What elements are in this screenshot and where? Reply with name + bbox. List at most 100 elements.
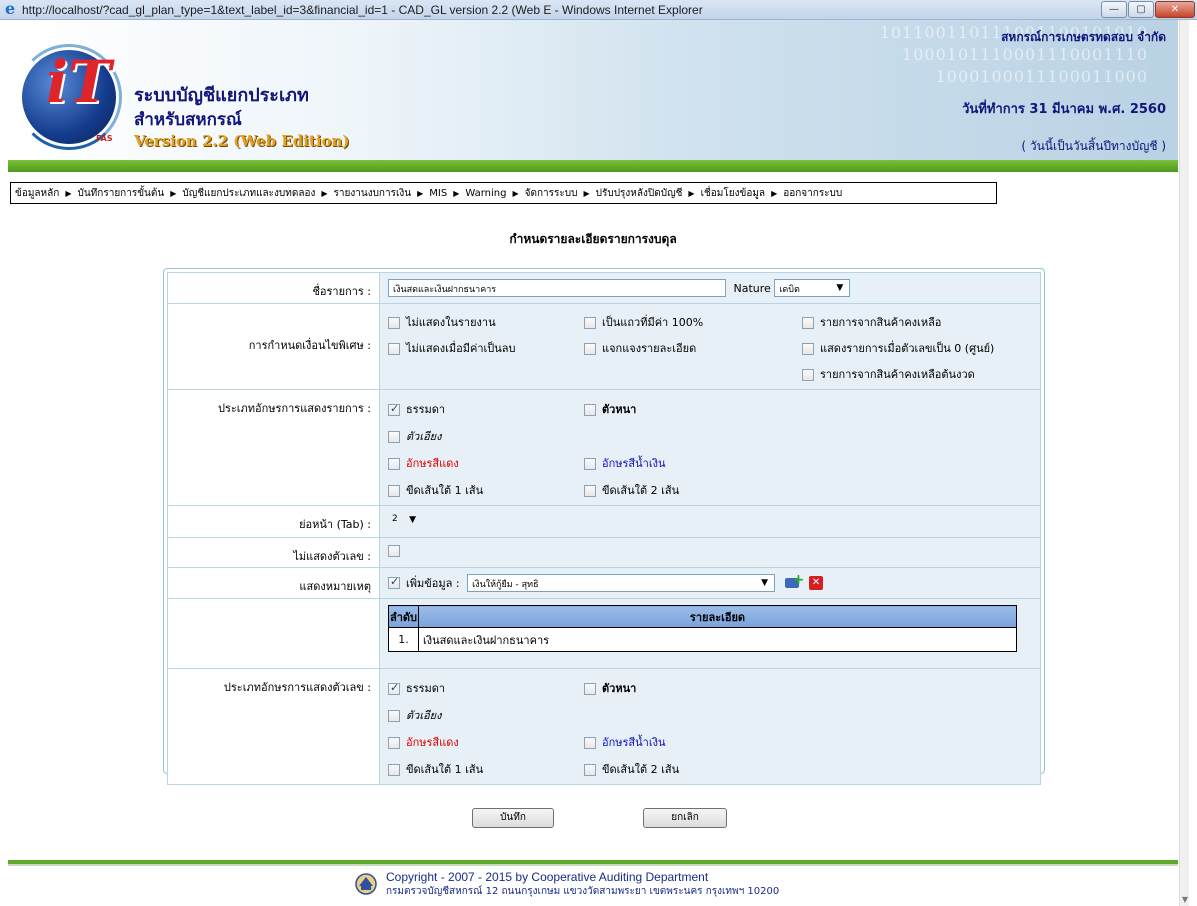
- menu-item-warning[interactable]: Warning: [465, 188, 506, 199]
- item-name-label: ชื่อรายการ :: [167, 272, 380, 304]
- menu-arrow-icon: ▶: [65, 188, 72, 198]
- checkbox[interactable]: [388, 710, 400, 722]
- form-table: ชื่อรายการ : เงินสดและเงินฝากธนาคาร Natu…: [167, 272, 1041, 785]
- menu-item-entry[interactable]: บันทึกรายการขั้นต้น: [78, 186, 165, 201]
- nature-label: Nature: [733, 281, 771, 295]
- checkbox[interactable]: [388, 737, 400, 749]
- note-label: แสดงหมายเหตุ: [167, 567, 380, 599]
- item-font-italic[interactable]: ตัวเอียง: [388, 427, 584, 445]
- checkbox[interactable]: [388, 343, 400, 355]
- item-name-input[interactable]: เงินสดและเงินฝากธนาคาร: [388, 279, 726, 297]
- cancel-button[interactable]: ยกเลิก: [643, 808, 727, 828]
- number-font-bold[interactable]: ตัวหนา: [584, 679, 784, 697]
- indent-select[interactable]: 2 ▼: [388, 512, 418, 530]
- checkbox[interactable]: [584, 458, 596, 470]
- opt-hide-in-report[interactable]: ไม่แสดงในรายงาน: [388, 313, 584, 331]
- app-version: Version 2.2 (Web Edition): [134, 132, 350, 150]
- maximize-button[interactable]: ▢: [1128, 1, 1154, 18]
- checkbox[interactable]: [388, 764, 400, 776]
- scroll-down-icon[interactable]: ▼: [1182, 895, 1188, 904]
- menu-arrow-icon: ▶: [688, 188, 695, 198]
- add-data-label: เพิ่มข้อมูล :: [406, 577, 460, 590]
- vertical-scrollbar[interactable]: ▼: [1179, 20, 1189, 906]
- number-font-underline1[interactable]: ขีดเส้นใต้ 1 เส้น: [388, 760, 584, 778]
- note-row-detail: เงินสดและเงินฝากธนาคาร: [418, 627, 1017, 652]
- checkbox[interactable]: [584, 404, 596, 416]
- logo-fas-text: FAS: [96, 134, 113, 143]
- checkbox[interactable]: [584, 683, 596, 695]
- checkbox-checked[interactable]: [388, 681, 400, 695]
- opt-show-when-zero[interactable]: แสดงรายการเมื่อตัวเลขเป็น 0 (ศูนย์): [802, 339, 1032, 357]
- number-font-underline2[interactable]: ขีดเส้นใต้ 2 เส้น: [584, 760, 784, 778]
- checkbox[interactable]: [802, 317, 814, 329]
- menu-item-mis[interactable]: MIS: [429, 188, 447, 199]
- menu-item-link-data[interactable]: เชื่อมโยงข้อมูล: [701, 186, 765, 201]
- item-font-underline1[interactable]: ขีดเส้นใต้ 1 เส้น: [388, 481, 584, 499]
- hide-number-checkbox[interactable]: [388, 545, 400, 557]
- nature-select[interactable]: เดบิต ▼: [774, 279, 851, 297]
- note-checkbox[interactable]: [388, 575, 400, 589]
- note-select[interactable]: เงินให้กู้ยืม - สุทธิ ▼: [467, 574, 776, 592]
- number-font-normal[interactable]: ธรรมดา: [388, 679, 584, 697]
- item-font-normal[interactable]: ธรรมดา: [388, 400, 584, 418]
- add-note-icon[interactable]: [784, 572, 804, 590]
- checkbox[interactable]: [802, 369, 814, 381]
- item-font-red[interactable]: อักษรสีแดง: [388, 454, 584, 472]
- note-table: ลำดับ รายละเอียด 1. เงินสดและเงินฝากธนาค…: [388, 605, 1017, 652]
- menu-arrow-icon: ▶: [771, 188, 778, 198]
- table-row: 1. เงินสดและเงินฝากธนาคาร: [388, 627, 1017, 652]
- checkbox[interactable]: [584, 764, 596, 776]
- checkbox[interactable]: [584, 317, 596, 329]
- opt-hide-negative[interactable]: ไม่แสดงเมื่อมีค่าเป็นลบ: [388, 339, 584, 357]
- note-col-detail: รายละเอียด: [418, 605, 1017, 628]
- checkbox[interactable]: [584, 485, 596, 497]
- number-font-label: ประเภทอักษรการแสดงตัวเลข :: [167, 668, 380, 785]
- opt-show-detail[interactable]: แจกแจงรายละเอียด: [584, 339, 802, 357]
- checkbox[interactable]: [388, 431, 400, 443]
- internet-explorer-icon: [4, 0, 18, 18]
- opt-inventory-beginning[interactable]: รายการจากสินค้าคงเหลือต้นงวด: [802, 365, 1032, 383]
- menu-item-master-data[interactable]: ข้อมูลหลัก: [15, 186, 59, 201]
- checkbox[interactable]: [584, 737, 596, 749]
- fiscal-year-note: ( วันนี้เป็นวันสิ้นปีทางบัญชี ): [1021, 139, 1166, 153]
- organization-name: สหกรณ์การเกษตรทดสอบ จำกัด: [1001, 30, 1166, 44]
- minimize-button[interactable]: —: [1101, 1, 1127, 18]
- opt-row-100-percent[interactable]: เป็นแถวที่มีค่า 100%: [584, 313, 802, 331]
- menu-arrow-icon: ▶: [583, 188, 590, 198]
- menu-item-system[interactable]: จัดการระบบ: [525, 186, 578, 201]
- hide-number-label: ไม่แสดงตัวเลข :: [167, 537, 380, 568]
- window-controls: — ▢ ✕: [1101, 1, 1195, 18]
- delete-note-icon[interactable]: ✕: [809, 576, 824, 590]
- save-button[interactable]: บันทึก: [472, 808, 554, 828]
- checkbox[interactable]: [388, 317, 400, 329]
- number-font-blue[interactable]: อักษรสีน้ำเงิน: [584, 733, 784, 751]
- address-text: กรมตรวจบัญชีสหกรณ์ 12 ถนนกรุงเกษม แขวงวั…: [386, 886, 780, 897]
- menu-item-financial-report[interactable]: รายงานงบการเงิน: [334, 186, 412, 201]
- checkbox[interactable]: [802, 343, 814, 355]
- logo-it-text: iT: [46, 48, 112, 116]
- menu-arrow-icon: ▶: [321, 188, 328, 198]
- menu-item-ledger[interactable]: บัญชีแยกประเภทและงบทดลอง: [182, 186, 315, 201]
- checkbox[interactable]: [584, 343, 596, 355]
- checkbox-checked[interactable]: [388, 402, 400, 416]
- window-title: http://localhost/?cad_gl_plan_type=1&tex…: [22, 2, 703, 17]
- number-font-red[interactable]: อักษรสีแดง: [388, 733, 584, 751]
- item-font-underline2[interactable]: ขีดเส้นใต้ 2 เส้น: [584, 481, 784, 499]
- indent-label: ย่อหน้า (Tab) :: [167, 505, 380, 538]
- checkbox[interactable]: [388, 485, 400, 497]
- opt-inventory-item[interactable]: รายการจากสินค้าคงเหลือ: [802, 313, 1032, 331]
- checkbox[interactable]: [388, 458, 400, 470]
- balance-item-form: ชื่อรายการ : เงินสดและเงินฝากธนาคาร Natu…: [163, 268, 1045, 785]
- item-font-blue[interactable]: อักษรสีน้ำเงิน: [584, 454, 784, 472]
- menu-arrow-icon: ▶: [512, 188, 519, 198]
- menu-item-logout[interactable]: ออกจากระบบ: [783, 186, 842, 201]
- header-banner: 101100110111001100101010 100010111000111…: [8, 20, 1178, 160]
- header-divider: [8, 160, 1178, 172]
- close-button[interactable]: ✕: [1155, 1, 1195, 18]
- number-font-italic[interactable]: ตัวเอียง: [388, 706, 584, 724]
- note-row-no: 1.: [388, 627, 419, 652]
- menu-item-post-close[interactable]: ปรับปรุงหลังปิดบัญชี: [596, 186, 683, 201]
- item-font-bold[interactable]: ตัวหนา: [584, 400, 784, 418]
- app-name-line2: สำหรับสหกรณ์: [134, 110, 242, 130]
- menu-arrow-icon: ▶: [170, 188, 177, 198]
